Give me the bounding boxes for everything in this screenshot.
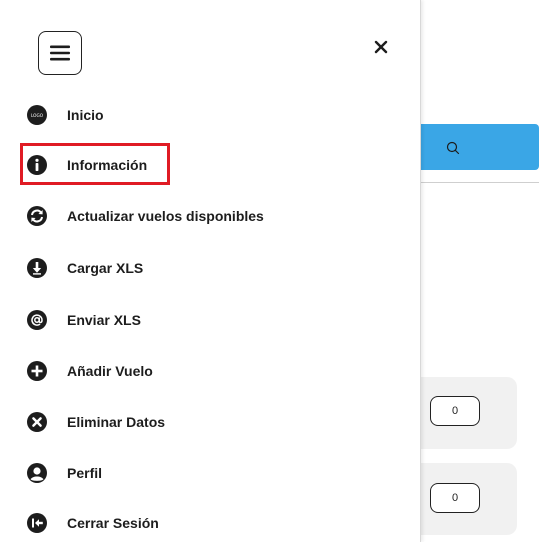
- menu-item-actualizar-vuelos[interactable]: Actualizar vuelos disponibles: [26, 202, 264, 230]
- menu-item-enviar-xls[interactable]: Enviar XLS: [26, 306, 141, 334]
- menu-label: Información: [67, 157, 148, 173]
- close-icon: [374, 40, 388, 54]
- menu-label: Enviar XLS: [67, 312, 141, 328]
- menu-item-cargar-xls[interactable]: Cargar XLS: [26, 254, 143, 282]
- remove-icon: [26, 411, 48, 433]
- at-icon: [26, 309, 48, 331]
- menu-toggle-button[interactable]: [38, 31, 82, 75]
- menu-label: Inicio: [67, 107, 104, 123]
- navigation-drawer: LOGO Inicio Información Actualizar vuelo…: [0, 0, 421, 542]
- menu-label: Perfil: [67, 465, 103, 481]
- quantity-field[interactable]: 0: [430, 483, 480, 513]
- menu-label: Cargar XLS: [67, 260, 144, 276]
- close-button[interactable]: [370, 36, 392, 58]
- menu-label: Actualizar vuelos disponibles: [67, 208, 264, 224]
- logout-icon: [26, 512, 48, 534]
- search-bar[interactable]: [420, 124, 539, 170]
- menu-item-inicio[interactable]: LOGO Inicio: [26, 101, 104, 129]
- menu-label: Añadir Vuelo: [67, 363, 153, 379]
- hamburger-icon: [50, 45, 70, 61]
- quantity-field[interactable]: 0: [430, 396, 480, 426]
- menu-item-perfil[interactable]: Perfil: [26, 459, 102, 487]
- search-icon[interactable]: [445, 140, 461, 156]
- refresh-icon: [26, 205, 48, 227]
- logo-icon: LOGO: [26, 104, 48, 126]
- menu-label: Eliminar Datos: [67, 414, 166, 430]
- menu-item-informacion[interactable]: Información: [26, 151, 147, 179]
- plus-icon: [26, 360, 48, 382]
- download-icon: [26, 257, 48, 279]
- menu-item-cerrar-sesion[interactable]: Cerrar Sesión: [26, 509, 159, 537]
- menu-label: Cerrar Sesión: [67, 515, 159, 531]
- menu-item-anadir-vuelo[interactable]: Añadir Vuelo: [26, 357, 153, 385]
- divider: [420, 182, 539, 183]
- menu-item-eliminar-datos[interactable]: Eliminar Datos: [26, 408, 165, 436]
- info-icon: [26, 154, 48, 176]
- user-icon: [26, 462, 48, 484]
- svg-text:LOGO: LOGO: [31, 113, 44, 118]
